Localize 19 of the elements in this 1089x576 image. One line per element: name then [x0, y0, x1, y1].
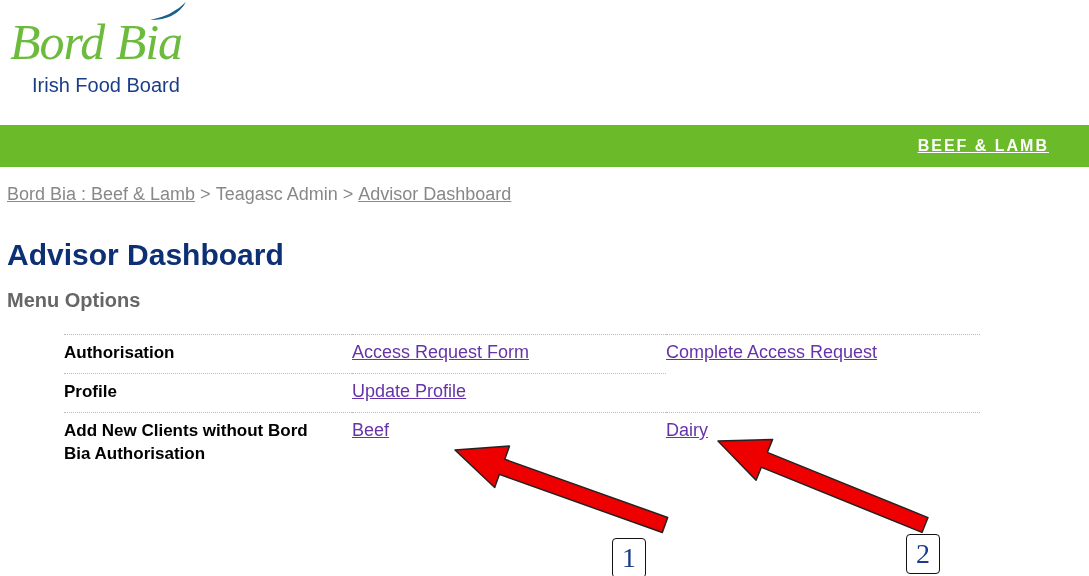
- breadcrumb-link[interactable]: Advisor Dashboard: [358, 184, 512, 205]
- breadcrumb-link[interactable]: Bord Bia : Beef & Lamb: [7, 184, 196, 205]
- page-title: Advisor Dashboard: [7, 238, 285, 272]
- callout-number: 2: [906, 534, 940, 574]
- menu-link[interactable]: Complete Access Request: [666, 342, 878, 362]
- menu-label: Profile: [64, 381, 118, 403]
- breadcrumb-text: >: [342, 184, 354, 205]
- menu-link[interactable]: Update Profile: [352, 381, 467, 401]
- menu-label: Add New Clients without Bord Bia Authorisation: [64, 420, 309, 465]
- breadcrumb-text: >: [200, 184, 211, 205]
- menu-label: Authorisation: [64, 342, 176, 364]
- section-heading: Menu Options: [7, 289, 142, 312]
- menu-link[interactable]: Beef: [352, 420, 390, 440]
- menu-link[interactable]: Dairy: [666, 420, 708, 440]
- callout-number: 1: [612, 538, 646, 576]
- logo-tagline: Irish Food Board: [32, 74, 180, 97]
- logo-name: Bord Bia: [10, 12, 183, 72]
- breadcrumb-text: Teagasc Admin: [215, 184, 338, 205]
- menu-link[interactable]: Access Request Form: [352, 342, 530, 362]
